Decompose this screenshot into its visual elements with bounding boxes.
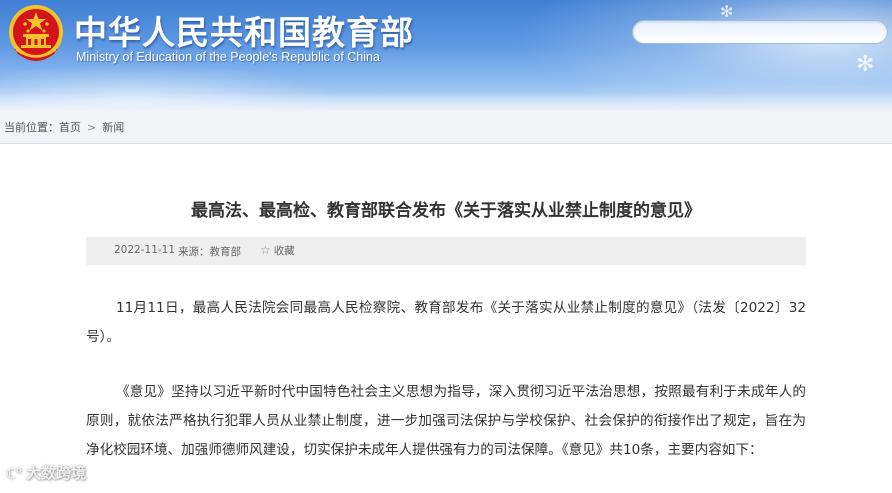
article-meta-bar: 2022-11-11 来源：教育部 ☆ 收藏 [86, 237, 806, 265]
breadcrumb-item-news[interactable]: 新闻 [102, 119, 124, 135]
article-date: 2022-11-11 [114, 244, 176, 256]
snowflake-icon: ✻ [856, 52, 875, 77]
article-paragraph: 11月11日，最高人民法院会同最高人民检察院、教育部发布《关于落实从业禁止制度的… [86, 300, 806, 345]
banner-wave [0, 92, 892, 110]
watermark-text: 大数跨境 [26, 464, 87, 482]
favorite-button[interactable]: ☆ 收藏 [260, 243, 295, 258]
favorite-label: 收藏 [273, 245, 295, 257]
breadcrumb-separator: > [87, 120, 97, 134]
article-title: 最高法、最高检、教育部联合发布《关于落实从业禁止制度的意见》 [191, 201, 701, 221]
article-paragraph: 《意见》坚持以习近平新时代中国特色社会主义思想为指导，深入贯彻习近平法治思想，按… [86, 384, 806, 458]
site-subtitle: Ministry of Education of the People's Re… [76, 50, 380, 64]
breadcrumb-prefix: 当前位置： [4, 121, 59, 134]
breadcrumb: 当前位置：首页 > 新闻 [4, 119, 124, 135]
breadcrumb-item-home[interactable]: 首页 [59, 119, 81, 135]
snowflake-icon: ✻ [720, 2, 734, 21]
watermark-logo-icon: ℂ° [6, 467, 23, 482]
national-emblem-icon[interactable] [6, 4, 66, 66]
watermark: ℂ° 大数跨境 [6, 462, 86, 483]
site-title: 中华人民共和国教育部 [74, 13, 414, 52]
site-header-banner: ✻ ✻ 中华人民共和国教育部 Ministry of Education of … [0, 0, 892, 110]
article-source: 来源：教育部 [178, 246, 241, 258]
search-input[interactable] [632, 20, 888, 44]
star-icon: ☆ [260, 243, 271, 257]
